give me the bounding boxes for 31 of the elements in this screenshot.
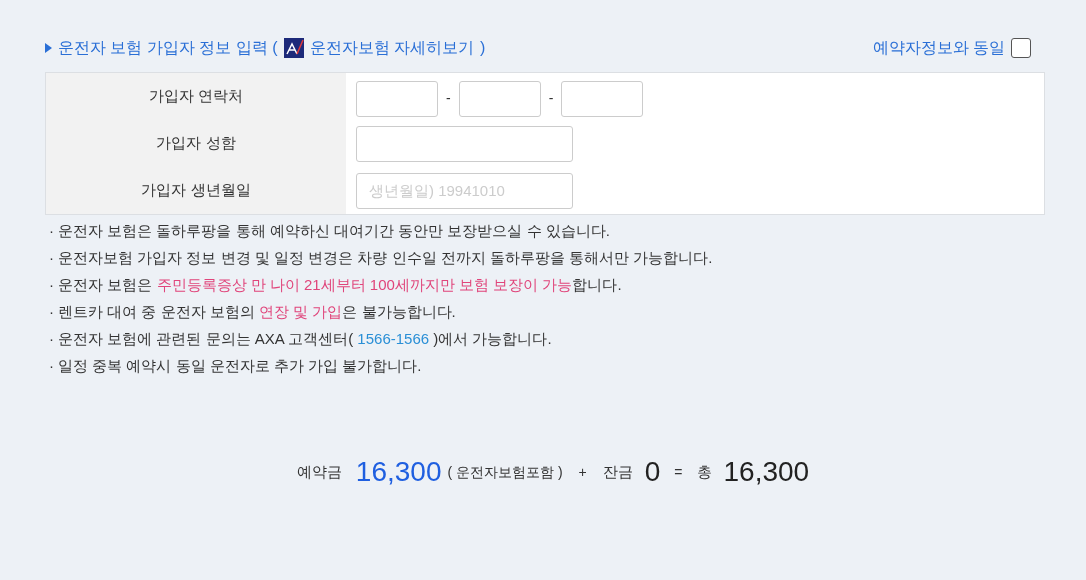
notice-text: · 일정 중복 예약시 동일 운전자로 추가 가입 불가합니다. xyxy=(49,356,423,376)
notice-text: · 운전자 보험은 돌하루팡을 통해 예약하신 대여기간 동안만 보장받으실 수 있습니다. xyxy=(49,221,611,241)
details-link[interactable]: 운전자보험 자세히보기 xyxy=(309,36,474,60)
insurance-note: ( 운전자보험포함 ) xyxy=(447,462,563,482)
field-label: 가입자 생년월일 xyxy=(141,180,251,201)
dash-text: - xyxy=(446,89,451,108)
logo-icon xyxy=(283,38,304,58)
notice-text: · 렌트카 대여 중 운전자 보험의 연장 및 가입은 불가능합니다. xyxy=(49,302,457,322)
dash-text: - xyxy=(548,89,554,108)
input-field[interactable] xyxy=(356,125,573,162)
total-label: 총 xyxy=(696,461,712,482)
input-field[interactable] xyxy=(561,80,644,117)
input-field[interactable] xyxy=(458,80,541,117)
input-field[interactable] xyxy=(356,80,438,117)
equals-sign: = xyxy=(674,462,683,482)
triangle-icon xyxy=(45,43,52,53)
total-amount: 16,300 xyxy=(723,455,810,489)
balance-amount: 0 xyxy=(644,455,661,489)
field-label: 가입자 연락처 xyxy=(148,86,244,107)
notice-text: · 운전자보험 가입자 정보 변경 및 일정 변경은 차량 인수일 전까지 돌하루팡을 통해서만 가능합니다. xyxy=(49,248,714,268)
balance-label: 잔금 xyxy=(602,461,633,482)
plus-sign: + xyxy=(578,462,587,482)
notice-text: · 운전자 보험은 주민등록증상 만 나이 21세부터 100세까지만 보험 보장이 가능합니다. xyxy=(49,275,623,295)
same-as-booker-label: 예약자정보와 동일 xyxy=(872,38,1005,58)
parenthesis-text: ) xyxy=(480,38,486,58)
section-title: 운전자 보험 가입자 정보 입력 ( xyxy=(58,38,278,58)
field-label: 가입자 성함 xyxy=(156,133,236,154)
deposit-amount: 16,300 xyxy=(355,455,442,489)
deposit-label: 예약금 xyxy=(296,461,342,482)
notice-text: · 운전자 보험에 관련된 문의는 AXA 고객센터( 1566-1566 )에서 가능합니다. xyxy=(49,329,553,349)
checkbox[interactable] xyxy=(1011,38,1031,58)
